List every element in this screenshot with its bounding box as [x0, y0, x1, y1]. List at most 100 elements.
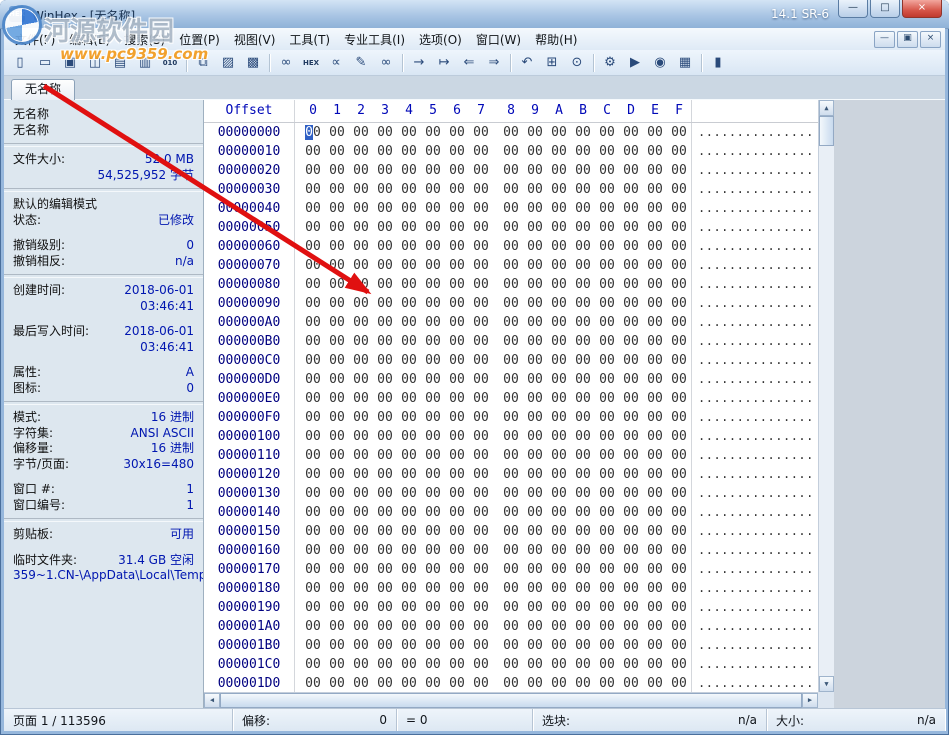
hex-byte[interactable]: 00 — [571, 142, 595, 161]
hex-byte[interactable]: 00 — [301, 237, 325, 256]
hex-byte[interactable]: 00 — [469, 674, 493, 693]
magnifier-icon[interactable]: ⊙ — [565, 52, 589, 74]
hex-byte[interactable]: 00 — [469, 180, 493, 199]
new-file-icon[interactable]: ▯ — [8, 52, 32, 74]
hex-byte[interactable]: 00 — [499, 522, 523, 541]
hex-byte[interactable]: 00 — [499, 655, 523, 674]
hex-byte[interactable]: 00 — [421, 351, 445, 370]
hex-byte[interactable]: 00 — [643, 560, 667, 579]
scroll-up-icon[interactable]: ▲ — [819, 100, 834, 116]
hex-byte[interactable]: 00 — [325, 389, 349, 408]
hex-byte[interactable]: 00 — [445, 636, 469, 655]
hex-ascii[interactable]: ................ — [691, 370, 813, 389]
calculator-icon[interactable]: ⊞ — [540, 52, 564, 74]
hex-byte[interactable]: 00 — [547, 579, 571, 598]
hex-byte[interactable]: 00 — [595, 617, 619, 636]
menu-item[interactable]: 专业工具(I) — [337, 29, 412, 50]
hex-byte[interactable]: 00 — [643, 446, 667, 465]
hex-byte[interactable]: 00 — [445, 522, 469, 541]
hex-byte[interactable]: 00 — [547, 313, 571, 332]
hex-byte[interactable]: 00 — [373, 313, 397, 332]
hex-byte[interactable]: 00 — [499, 218, 523, 237]
hex-byte[interactable]: 00 — [643, 579, 667, 598]
hex-byte[interactable]: 00 — [349, 617, 373, 636]
hex-byte[interactable]: 00 — [397, 351, 421, 370]
hex-byte[interactable]: 00 — [373, 598, 397, 617]
hex-byte[interactable]: 00 — [373, 560, 397, 579]
hex-byte[interactable]: 00 — [667, 598, 691, 617]
hex-byte[interactable]: 00 — [349, 465, 373, 484]
hex-byte[interactable]: 00 — [547, 503, 571, 522]
hex-byte[interactable]: 00 — [421, 370, 445, 389]
hex-byte[interactable]: 00 — [469, 484, 493, 503]
hex-byte[interactable]: 00 — [523, 427, 547, 446]
hex-byte[interactable]: 00 — [571, 541, 595, 560]
hex-byte[interactable]: 00 — [595, 522, 619, 541]
hex-byte[interactable]: 00 — [523, 313, 547, 332]
hex-byte[interactable]: 00 — [643, 503, 667, 522]
hex-byte[interactable]: 00 — [397, 617, 421, 636]
hex-byte[interactable]: 00 — [595, 389, 619, 408]
hex-byte[interactable]: 00 — [445, 579, 469, 598]
hex-bytes[interactable]: 00000000000000000000000000000000 — [295, 674, 691, 693]
hex-byte[interactable]: 00 — [499, 389, 523, 408]
hex-byte[interactable]: 00 — [499, 617, 523, 636]
hex-byte[interactable]: 00 — [595, 655, 619, 674]
hex-byte[interactable]: 00 — [397, 237, 421, 256]
hex-ascii[interactable]: ................ — [691, 579, 813, 598]
camera-icon[interactable]: ◉ — [648, 52, 672, 74]
hex-byte[interactable]: 00 — [469, 370, 493, 389]
hex-byte[interactable]: 00 — [445, 408, 469, 427]
hex-byte[interactable]: 00 — [421, 465, 445, 484]
hex-byte[interactable]: 00 — [643, 674, 667, 693]
hex-byte[interactable]: 00 — [571, 370, 595, 389]
hex-byte[interactable]: 00 — [643, 484, 667, 503]
hex-byte[interactable]: 00 — [571, 427, 595, 446]
hex-byte[interactable]: 00 — [667, 237, 691, 256]
save-as-icon[interactable]: ◫ — [83, 52, 107, 74]
hex-byte[interactable]: 00 — [397, 465, 421, 484]
hex-byte[interactable]: 00 — [523, 484, 547, 503]
hex-byte[interactable]: 00 — [301, 617, 325, 636]
hex-byte[interactable]: 00 — [445, 465, 469, 484]
hex-byte[interactable]: 00 — [469, 294, 493, 313]
hex-byte[interactable]: 00 — [421, 408, 445, 427]
hex-byte[interactable]: 00 — [643, 522, 667, 541]
hex-byte[interactable]: 00 — [397, 256, 421, 275]
hex-byte[interactable]: 00 — [421, 332, 445, 351]
hex-byte[interactable]: 00 — [421, 541, 445, 560]
hex-byte[interactable]: 00 — [445, 598, 469, 617]
hex-byte[interactable]: 00 — [421, 218, 445, 237]
hex-byte[interactable]: 00 — [619, 370, 643, 389]
menu-item[interactable]: 编辑(E) — [62, 29, 117, 50]
hex-byte[interactable]: 00 — [301, 522, 325, 541]
hex-byte[interactable]: 00 — [397, 313, 421, 332]
hex-bytes[interactable]: 00000000000000000000000000000000 — [295, 142, 691, 161]
hex-byte[interactable]: 00 — [547, 180, 571, 199]
hex-bytes[interactable]: 00000000000000000000000000000000 — [295, 465, 691, 484]
hex-byte[interactable]: 00 — [643, 161, 667, 180]
hex-bytes[interactable]: 00000000000000000000000000000000 — [295, 408, 691, 427]
hex-byte[interactable]: 00 — [595, 256, 619, 275]
folder-browser-icon[interactable]: ▥ — [133, 52, 157, 74]
hex-byte[interactable]: 00 — [571, 161, 595, 180]
hex-byte[interactable]: 00 — [595, 503, 619, 522]
hex-byte[interactable]: 00 — [547, 332, 571, 351]
hex-bytes[interactable]: 00000000000000000000000000000000 — [295, 161, 691, 180]
hex-byte[interactable]: 00 — [349, 636, 373, 655]
hex-byte[interactable]: 00 — [547, 636, 571, 655]
hex-byte[interactable]: 00 — [325, 427, 349, 446]
hex-byte[interactable]: 00 — [523, 351, 547, 370]
hex-byte[interactable]: 00 — [397, 579, 421, 598]
hex-byte[interactable]: 00 — [643, 598, 667, 617]
hex-byte[interactable]: 00 — [301, 598, 325, 617]
hex-byte[interactable]: 00 — [373, 465, 397, 484]
hex-byte[interactable]: 00 — [667, 617, 691, 636]
hex-byte[interactable]: 00 — [667, 522, 691, 541]
hex-byte[interactable]: 00 — [523, 142, 547, 161]
close-button[interactable]: × — [902, 0, 942, 18]
hex-byte[interactable]: 00 — [667, 408, 691, 427]
options-icon[interactable]: ⚙ — [598, 52, 622, 74]
hex-byte[interactable]: 00 — [547, 446, 571, 465]
hex-byte[interactable]: 00 — [445, 541, 469, 560]
